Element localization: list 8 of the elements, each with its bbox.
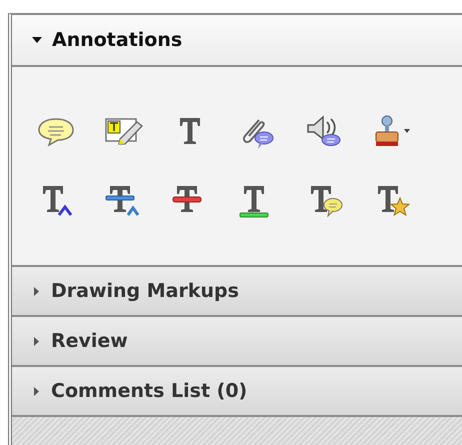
- panel-header[interactable]: Drawing Markups: [12, 267, 462, 317]
- caret-down-icon: [32, 37, 42, 43]
- panel-header[interactable]: Annotations: [12, 15, 462, 67]
- caret-right-icon: [34, 286, 39, 296]
- panel-header[interactable]: Review: [12, 317, 462, 367]
- caret-right-icon: [34, 386, 39, 396]
- panel-header[interactable]: Comments List (0): [12, 367, 462, 417]
- caret-right-icon: [34, 336, 39, 346]
